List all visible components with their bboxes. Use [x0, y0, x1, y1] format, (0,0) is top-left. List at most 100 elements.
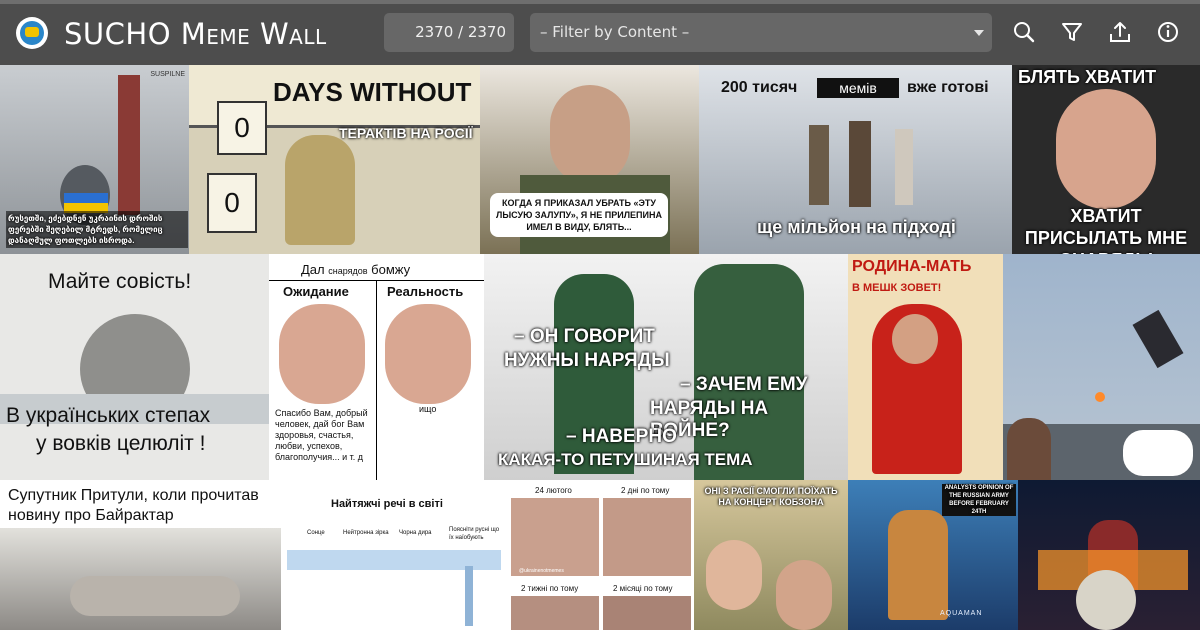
- fire-spot: [1095, 392, 1105, 402]
- meme-tile-clone-army[interactable]: 200 тисяч мемів вже готові ще мільйон на…: [699, 65, 1012, 254]
- dialog-line-2: НУЖНЫ НАРЯДЫ: [504, 350, 670, 371]
- meme-tile-generals[interactable]: – ОН ГОВОРИТ НУЖНЫ НАРЯДЫ – ЗАЧЕМ ЕМУ НА…: [484, 254, 848, 480]
- quad-label-2: 2 дні по тому: [621, 486, 670, 495]
- poster-title: РОДИНА-МАТЬ: [852, 258, 972, 275]
- meme-caption-top-left: 200 тисяч: [721, 79, 798, 96]
- label-black-hole: Чорна дира: [399, 530, 432, 536]
- watermark: SUSPILNE: [150, 71, 185, 78]
- label-neutron-star: Нейтронна зірка: [343, 530, 389, 536]
- sucho-logo: [16, 17, 48, 49]
- general-right: [694, 264, 804, 480]
- meme-caption-bottom: ХВАТИТ ПРИСЫЛАТЬ МНЕ СНАРЯДЫ: [1024, 206, 1188, 254]
- col-expectation: Ожидание: [283, 284, 349, 299]
- quad-photo-1: [511, 498, 599, 576]
- poster-subtitle: В МЕШК ЗОВЕТ!: [852, 282, 942, 294]
- app-title: SUCHO Meme Wall: [64, 17, 327, 51]
- counter-card-2: 0: [207, 173, 257, 233]
- meme-tile-cellulite-wolf[interactable]: Майте совість! В українських степах у во…: [0, 254, 269, 480]
- col-reality: Реальность: [387, 284, 464, 299]
- meme-tile-aquaman[interactable]: ANALYSTS OPINION OF THE RUSSIAN ARMY BEF…: [848, 480, 1018, 630]
- figure-3: [895, 129, 913, 205]
- content-filter-select[interactable]: – Filter by Content –: [530, 13, 992, 52]
- meme-tile-heaviest-things[interactable]: Найтяжчі речі в світі Сонце Нейтронна зі…: [281, 480, 507, 630]
- person-inset: [1007, 418, 1051, 480]
- meme-tile-prigozhin[interactable]: Дал снарядов бомжу Ожидание Реальность С…: [269, 254, 484, 480]
- dialog-line-3: – ЗАЧЕМ ЕМУ: [680, 374, 808, 395]
- title-big: Дал: [301, 262, 325, 277]
- meme-tile-hvatit[interactable]: БЛЯТЬ ХВАТИТ ХВАТИТ ПРИСЫЛАТЬ МНЕ СНАРЯД…: [1012, 65, 1200, 254]
- figure-1: [809, 125, 829, 205]
- title-end: бомжу: [371, 262, 411, 277]
- filter-icon[interactable]: [1058, 18, 1086, 46]
- movie-logo: AQUAMAN: [940, 610, 983, 617]
- search-icon[interactable]: [1010, 18, 1038, 46]
- filter-placeholder: – Filter by Content –: [540, 23, 690, 41]
- meme-heading: DAYS WITHOUT: [273, 77, 472, 107]
- person-face: [1056, 89, 1156, 209]
- meme-caption-box: мемів: [817, 78, 899, 98]
- meme-tile-putin-aging[interactable]: 24 лютого 2 дні по тому @ukrainenotmemes…: [507, 480, 694, 630]
- lying-person: [70, 576, 240, 616]
- meme-subcaption: ТЕРАКТІВ НА РОСІЇ: [339, 125, 473, 141]
- figure-face: [892, 314, 938, 364]
- counter-card-1: 0: [217, 101, 267, 155]
- title-row: Дал снарядов бомжу: [301, 262, 410, 277]
- text-expectation: Спасибо Вам, добрый человек, дай бог Вам…: [275, 408, 368, 462]
- cartoon-figure: [285, 135, 355, 245]
- hero-figure: [888, 510, 948, 620]
- quad-label-3: 2 тижні по тому: [521, 584, 579, 593]
- meme-tile-shoigu-phone[interactable]: КОГДА Я ПРИКАЗАЛ УБРАТЬ «ЭТУ ЛЫСУЮ ЗАЛУП…: [480, 65, 699, 254]
- title-small: снарядов: [328, 266, 368, 276]
- quad-photo-3: [511, 596, 599, 630]
- dialog-line-4: НАРЯДЫ НА ВОЙНЕ?: [650, 398, 769, 441]
- quad-label-4: 2 місяці по тому: [613, 584, 673, 593]
- falling-aircraft: [1132, 309, 1184, 369]
- cartoon-dog: [1076, 570, 1136, 630]
- dialog-line-1: – ОН ГОВОРИТ: [514, 326, 655, 347]
- chevron-down-icon: [974, 30, 984, 36]
- quad-photo-2: [603, 498, 691, 576]
- flag-stripe-blue: [64, 193, 108, 203]
- face-right: [776, 560, 832, 630]
- dialog-line-6: КАКАЯ-ТО ПЕТУШИНАЯ ТЕМА: [498, 450, 753, 469]
- upload-icon[interactable]: [1106, 18, 1134, 46]
- meme-caption: КОГДА Я ПРИКАЗАЛ УБРАТЬ «ЭТУ ЛЫСУЮ ЗАЛУП…: [490, 193, 668, 237]
- watermark: @ukrainenotmemes: [519, 568, 564, 574]
- meme-tile-prytula[interactable]: Супутник Притули, коли прочитав новину п…: [0, 480, 281, 630]
- meme-caption: რუსეთში, ეძებდნენ უკრაინის დროშის ფერებშ…: [6, 211, 188, 248]
- meme-caption-top: Майте совість!: [48, 270, 192, 293]
- meme-caption: ANALYSTS OPINION OF THE RUSSIAN ARMY BEF…: [942, 484, 1016, 516]
- info-icon[interactable]: [1154, 18, 1182, 46]
- meme-tile-kremlin-fire[interactable]: [1018, 480, 1200, 630]
- meme-caption: Супутник Притули, коли прочитав новину п…: [8, 487, 259, 524]
- deep-well: [465, 566, 473, 626]
- label-sun: Сонце: [307, 530, 325, 536]
- face-right: [385, 304, 471, 404]
- meme-tile-helicopter[interactable]: [1003, 254, 1200, 480]
- label-explain: Поясніти русні що їх наїобують: [449, 527, 500, 541]
- meme-caption-bottom: ще мільйон на підході: [757, 217, 956, 237]
- meme-caption-top-right: вже готові: [907, 79, 989, 96]
- dialog-line-5: – НАВЕРНО: [566, 426, 677, 447]
- kremlin-tower: [118, 75, 140, 215]
- quad-photo-4: [603, 596, 691, 630]
- meme-tile-pigeon[interactable]: SUSPILNE რუსეთში, ეძებდნენ უკრაინის დროშ…: [0, 65, 189, 254]
- face-left: [706, 540, 762, 610]
- divider-vertical: [376, 280, 377, 480]
- meme-caption-bottom-1: В українських степах: [6, 404, 211, 427]
- meme-caption-top: БЛЯТЬ ХВАТИТ: [1018, 67, 1157, 87]
- meme-caption-bottom-2: у вовків целюліт !: [36, 432, 206, 455]
- meme-counter: 2370 / 2370: [384, 13, 514, 52]
- figure-2: [849, 121, 871, 207]
- meme-tile-days-without[interactable]: DAYS WITHOUT ТЕРАКТІВ НА РОСІЇ 0 0: [189, 65, 480, 254]
- quad-label-1: 24 лютого: [535, 486, 572, 495]
- meme-title: Найтяжчі речі в світі: [331, 498, 443, 510]
- meme-caption: ОНІ З РАСІЇ СМОГЛИ ПОЇХАТЬ НА КОНЦЕРТ КО…: [704, 486, 838, 507]
- cartoon-blobs: [1123, 430, 1193, 476]
- person-face: [550, 85, 630, 185]
- meme-tile-kobzon[interactable]: ОНІ З РАСІЇ СМОГЛИ ПОЇХАТЬ НА КОНЦЕРТ КО…: [694, 480, 848, 630]
- meme-tile-motherland[interactable]: РОДИНА-МАТЬ В МЕШК ЗОВЕТ!: [848, 254, 1003, 480]
- text-reality: ищо: [419, 404, 437, 414]
- top-bar: SUCHO Meme Wall 2370 / 2370 – Filter by …: [0, 0, 1200, 65]
- face-left: [279, 304, 365, 404]
